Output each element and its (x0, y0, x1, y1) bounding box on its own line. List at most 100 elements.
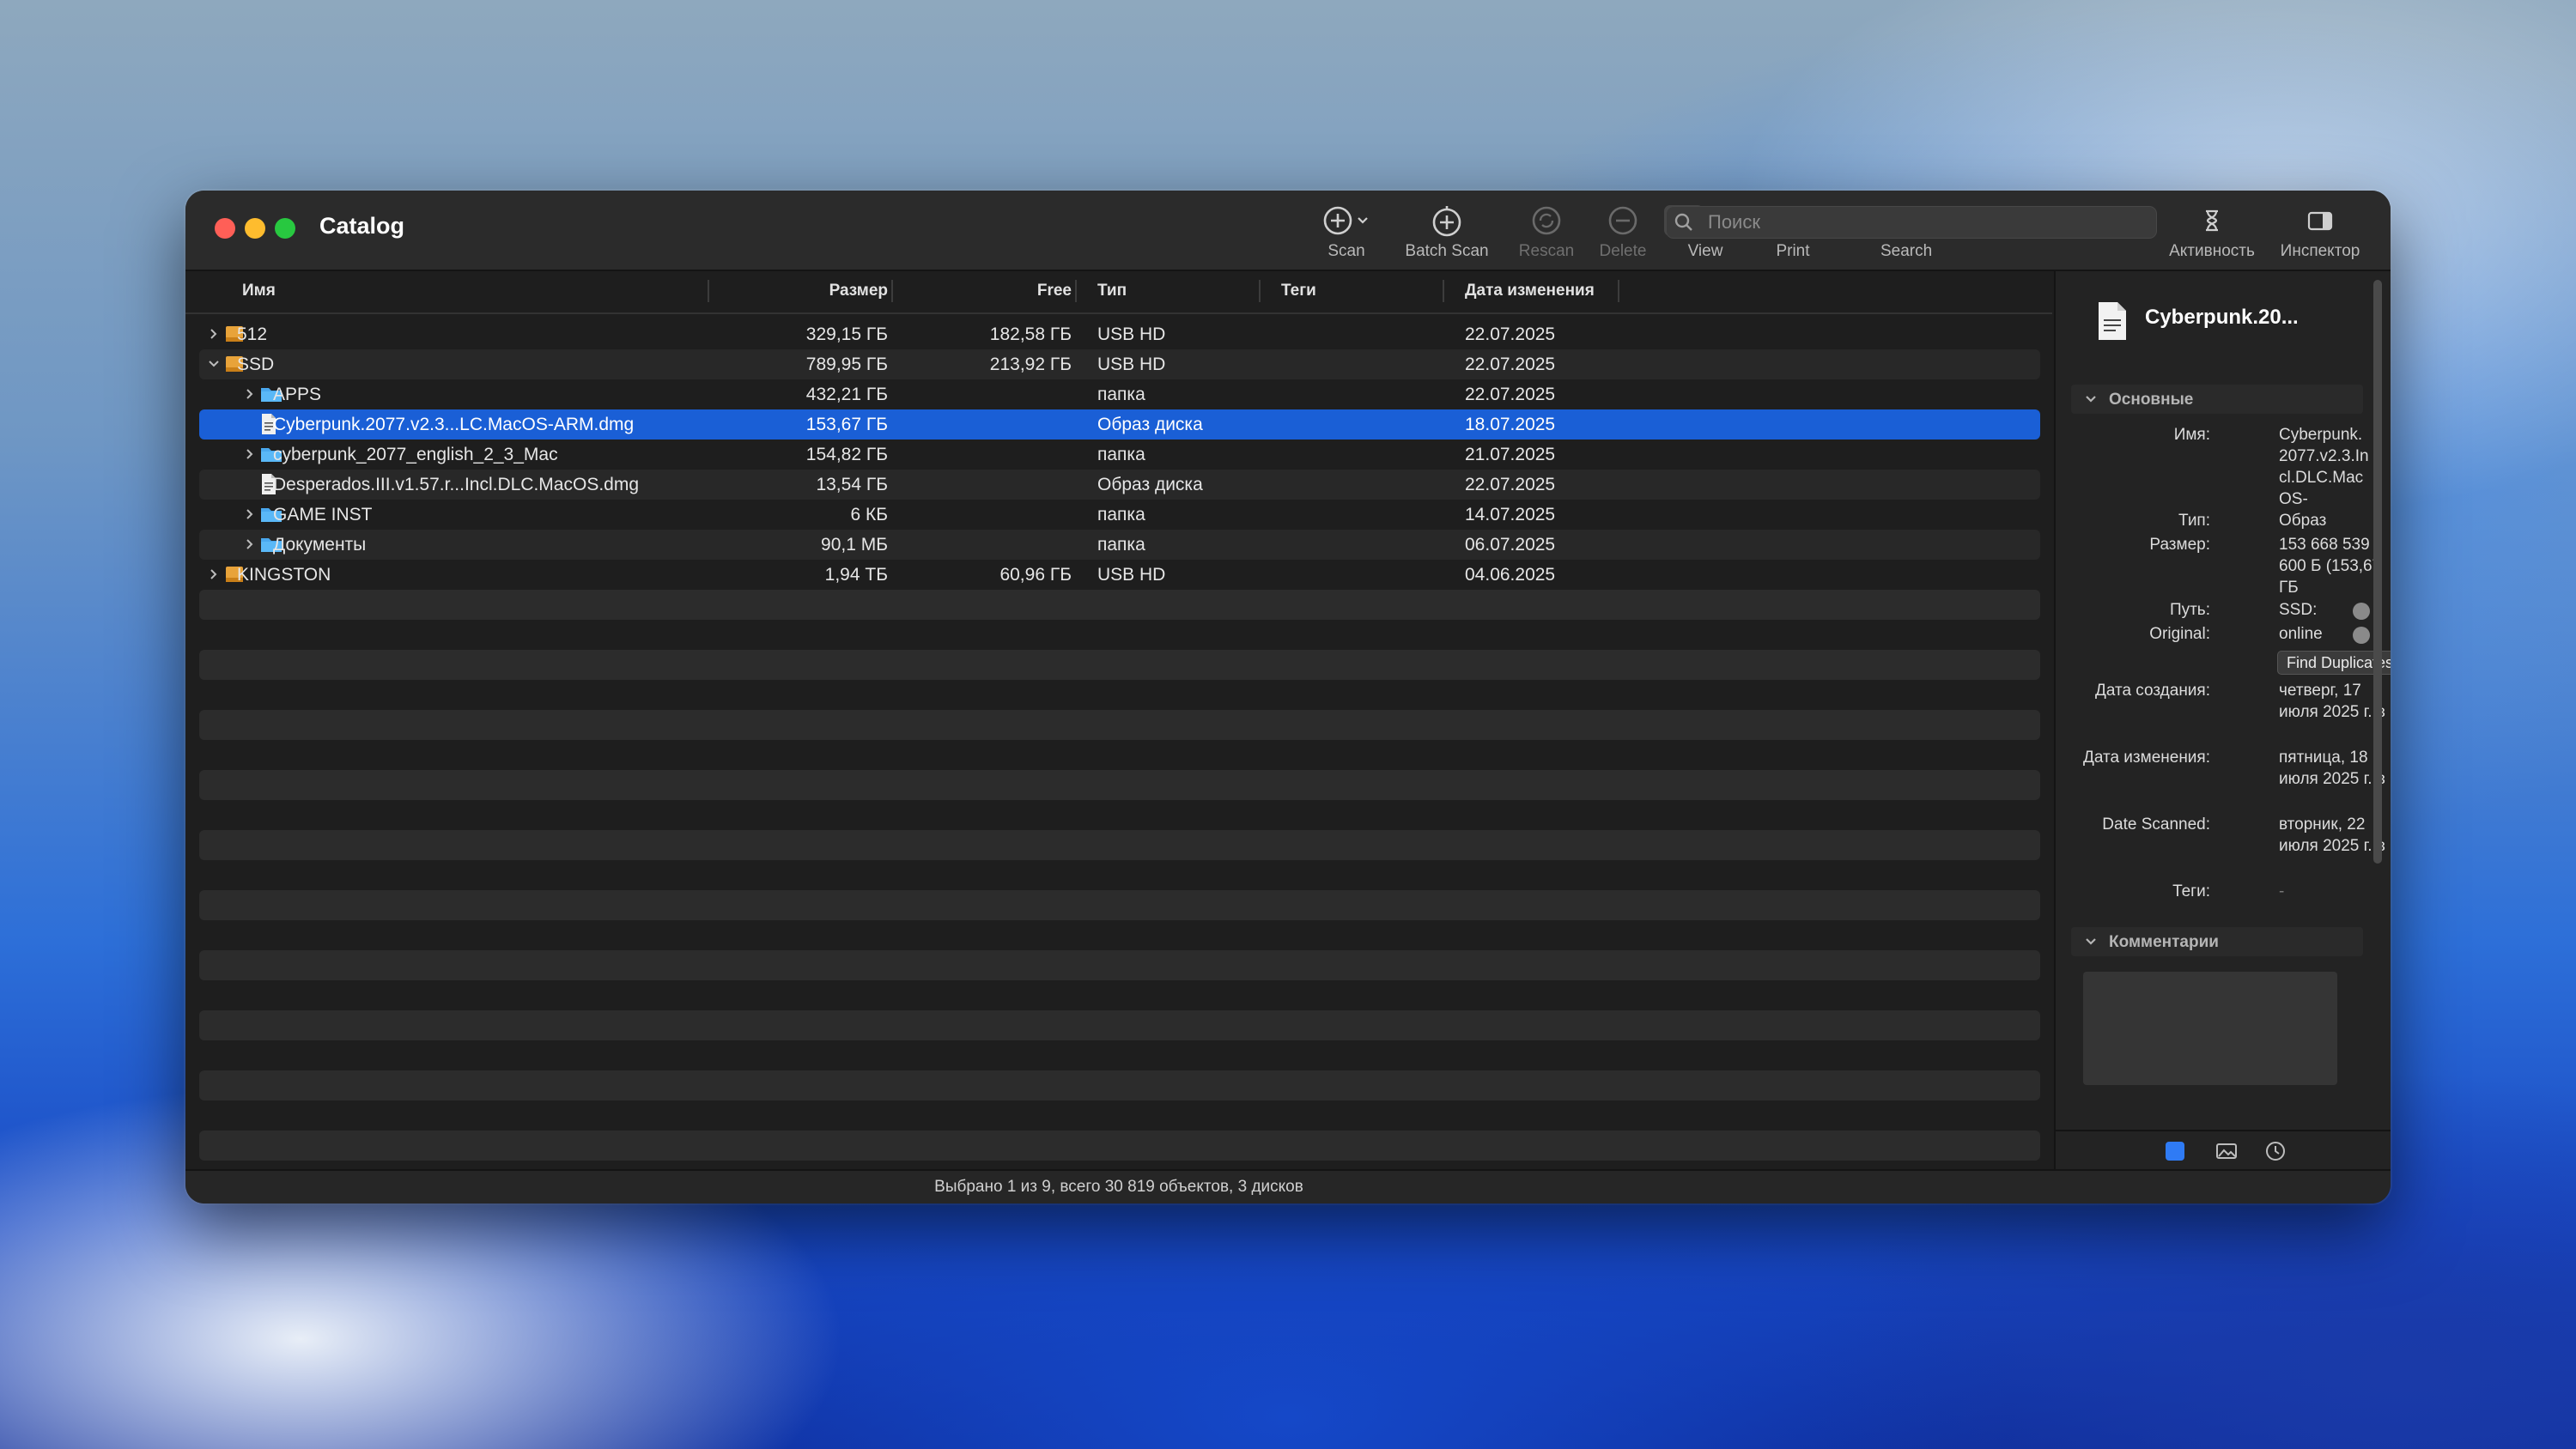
label-name: Имя: (2173, 426, 2210, 444)
label-path: Путь: (2169, 601, 2210, 619)
cell-type: папка (1097, 445, 1145, 464)
column-name[interactable]: Имя (242, 282, 276, 300)
scan-button[interactable]: Scan (1312, 204, 1381, 264)
plus-circle-icon (1312, 204, 1381, 237)
window-title: Catalog (319, 213, 405, 239)
cell-size: 432,21 ГБ (805, 385, 888, 404)
cell-type: папка (1097, 505, 1145, 524)
toolbar: Catalog Scan Batch Scan Rescan Delete Vi… (185, 191, 2391, 271)
chevron-right-icon[interactable] (242, 446, 258, 462)
inspector-footer (2056, 1130, 2391, 1171)
activity-button[interactable]: Активность (2160, 204, 2263, 264)
column-modified[interactable]: Дата изменения (1465, 282, 1595, 300)
label-tags: Теги: (2172, 882, 2210, 900)
batch-scan-button[interactable]: Batch Scan (1396, 204, 1498, 264)
cell-size: 329,15 ГБ (805, 324, 888, 344)
cell-free: 182,58 ГБ (989, 324, 1072, 344)
search-field[interactable] (1666, 206, 2157, 239)
table-row[interactable]: cyberpunk_2077_english_2_3_Mac 154,82 ГБ п… (199, 440, 2040, 470)
inspector-scrollbar[interactable] (2373, 280, 2382, 864)
section-main-header[interactable]: Основные (2071, 385, 2363, 414)
file-list: Имя Размер Free Тип Теги Дата изменения … (185, 271, 2052, 1161)
table-row[interactable]: SSD 789,95 ГБ 213,92 ГБ USB HD 22.07.2025 (199, 349, 2040, 379)
chevron-right-icon[interactable] (206, 326, 222, 342)
chevron-right-icon[interactable] (242, 386, 258, 402)
inspector-title: Cyberpunk.20... (2145, 306, 2299, 329)
empty-row (199, 1010, 2040, 1040)
cell-type: USB HD (1097, 565, 1166, 585)
status-text: Выбрано 1 из 9, всего 30 819 объектов, 3… (934, 1178, 1303, 1196)
reveal-path-icon[interactable] (2353, 603, 2370, 620)
table-row[interactable]: GAME INST 6 КБ папка 14.07.2025 (199, 500, 2040, 530)
cell-modified: 22.07.2025 (1465, 355, 1556, 374)
search-icon (1667, 212, 1701, 233)
section-comments-header[interactable]: Комментарии (2071, 927, 2363, 956)
value-name: Cyberpunk. 2077.v2.3.In cl.DLC.Mac OS- (2279, 426, 2369, 508)
chevron-down-icon (2086, 938, 2096, 945)
value-tags: - (2279, 882, 2285, 900)
delete-button[interactable]: Delete (1587, 204, 1659, 264)
sidebar-right-icon (2269, 204, 2372, 237)
chevron-down-icon (2086, 396, 2096, 403)
info-tab-icon[interactable] (2166, 1142, 2184, 1161)
cell-size: 1,94 ТБ (824, 565, 888, 585)
go-original-icon[interactable] (2353, 627, 2370, 644)
search-label: Search (1880, 242, 1933, 260)
chevron-right-icon[interactable] (242, 506, 258, 522)
cell-modified: 04.06.2025 (1465, 565, 1556, 585)
hourglass-icon (2160, 204, 2263, 237)
table-row[interactable]: 512 329,15 ГБ 182,58 ГБ USB HD 22.07.2025 (199, 319, 2040, 349)
inspector-toggle-button[interactable]: Инспектор (2269, 204, 2372, 264)
cell-type: Образ диска (1097, 475, 1203, 494)
cell-free: 60,96 ГБ (999, 565, 1072, 585)
column-header: Имя Размер Free Тип Теги Дата изменения (185, 271, 2052, 314)
cell-modified: 18.07.2025 (1465, 415, 1556, 434)
cell-name: Документы (273, 535, 367, 555)
table-row[interactable]: KINGSTON 1,94 ТБ 60,96 ГБ USB HD 04.06.2025 (199, 560, 2040, 590)
cell-free: 213,92 ГБ (989, 355, 1072, 374)
inspector-panel: Cyberpunk.20... Основные Имя: Cyberpunk.… (2054, 271, 2391, 1169)
value-created: четверг, 17 июля 2025 г. в (2279, 682, 2385, 721)
cell-name: KINGSTON (237, 565, 331, 585)
column-tags[interactable]: Теги (1281, 282, 1316, 300)
empty-row (199, 650, 2040, 680)
search-input[interactable] (1701, 211, 2156, 233)
cell-name: APPS (273, 385, 322, 404)
cell-type: Образ диска (1097, 415, 1203, 434)
label-original: Original: (2149, 625, 2210, 643)
cell-size: 6 КБ (850, 505, 888, 524)
chevron-right-icon[interactable] (242, 537, 258, 552)
document-icon (2095, 300, 2129, 346)
column-type[interactable]: Тип (1097, 282, 1127, 300)
cell-modified: 22.07.2025 (1465, 324, 1556, 344)
value-path: SSD: (2279, 601, 2318, 619)
chevron-right-icon[interactable] (206, 567, 222, 582)
cell-type: папка (1097, 385, 1145, 404)
empty-row (199, 830, 2040, 860)
label-scanned: Date Scanned: (2102, 815, 2210, 834)
chevron-down-icon[interactable] (206, 356, 222, 372)
value-scanned: вторник, 22 июля 2025 г. в (2279, 815, 2385, 855)
cell-name: 512 (237, 324, 268, 344)
comments-textarea[interactable] (2083, 972, 2337, 1085)
label-modified: Дата изменения: (2082, 749, 2210, 767)
cell-size: 90,1 МБ (821, 535, 888, 555)
column-free[interactable]: Free (993, 282, 1072, 300)
cell-name: SSD (237, 355, 275, 374)
column-size[interactable]: Размер (811, 282, 888, 300)
table-row[interactable]: Cyberpunk.2077.v2.3...LC.MacOS-ARM.dmg 15… (199, 409, 2040, 440)
minimize-window-button[interactable] (245, 218, 265, 239)
label-type: Тип: (2178, 512, 2210, 530)
image-tab-icon[interactable] (2215, 1142, 2238, 1165)
zoom-window-button[interactable] (275, 218, 295, 239)
table-row[interactable]: Документы 90,1 МБ папка 06.07.2025 (199, 530, 2040, 560)
cell-size: 153,67 ГБ (805, 415, 888, 434)
empty-row (199, 710, 2040, 740)
cell-size: 13,54 ГБ (816, 475, 888, 494)
rescan-button[interactable]: Rescan (1508, 204, 1585, 264)
table-row[interactable]: Desperados.III.v1.57.r...Incl.DLC.MacOS.… (199, 470, 2040, 500)
clock-tab-icon[interactable] (2265, 1141, 2286, 1166)
value-modified: пятница, 18 июля 2025 г. в (2279, 749, 2385, 788)
close-window-button[interactable] (215, 218, 235, 239)
table-row[interactable]: APPS 432,21 ГБ папка 22.07.2025 (199, 379, 2040, 409)
